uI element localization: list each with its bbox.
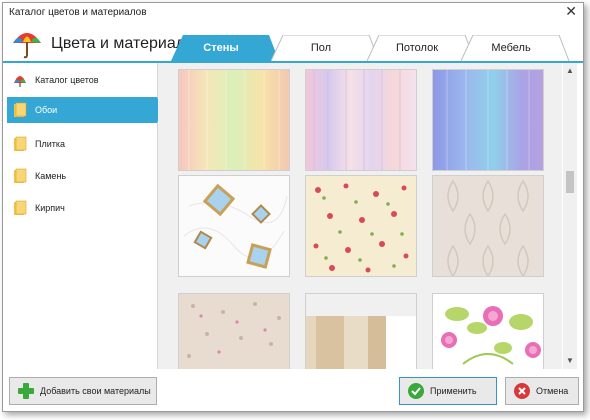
tab-ceiling[interactable]: Потолок (367, 35, 476, 61)
texture-tile[interactable] (305, 175, 417, 277)
sidebar-item-wallpaper[interactable]: Обои (7, 97, 163, 123)
cancel-icon (514, 383, 530, 399)
texture-tile[interactable] (178, 69, 290, 171)
checkmark-icon (408, 383, 424, 399)
texture-preview (433, 176, 543, 278)
sidebar-item-label: Каталог цветов (35, 75, 99, 85)
texture-tile[interactable] (178, 175, 290, 277)
scroll-thumb[interactable] (566, 171, 574, 193)
tab-floor[interactable]: Пол (271, 35, 380, 61)
sidebar-item-tile[interactable]: Плитка (7, 131, 157, 157)
texture-tile[interactable] (432, 175, 544, 278)
texture-preview (433, 70, 543, 170)
scroll-down-arrow[interactable]: ▼ (563, 355, 577, 367)
plus-icon (18, 383, 34, 399)
sidebar-item-label: Обои (35, 105, 58, 115)
texture-preview (179, 294, 289, 369)
sidebar-item-label: Плитка (35, 139, 66, 149)
sidebar: Каталог цветов Обои Плитка Камень Кирпич (7, 63, 163, 369)
texture-grid (158, 63, 562, 369)
close-icon[interactable]: ✕ (565, 3, 577, 20)
texture-tile[interactable] (305, 293, 417, 369)
folder-icon (14, 200, 27, 215)
vertical-scrollbar[interactable]: ▲ ▼ (563, 63, 577, 369)
apply-button[interactable]: Применить (399, 377, 497, 405)
texture-tile[interactable] (432, 69, 544, 171)
button-label: Применить (430, 386, 477, 396)
texture-tile[interactable] (178, 293, 290, 369)
folder-icon (14, 168, 27, 183)
palette-icon (14, 76, 26, 87)
sidebar-item-stone[interactable]: Камень (7, 163, 157, 189)
tab-furniture[interactable]: Мебель (461, 35, 570, 61)
tab-label: Потолок (395, 42, 439, 54)
texture-preview (433, 294, 543, 369)
sidebar-item-color-catalog[interactable]: Каталог цветов (7, 67, 157, 93)
sidebar-item-label: Кирпич (35, 203, 65, 213)
texture-tile[interactable] (305, 69, 417, 171)
tab-label: Мебель (491, 42, 531, 54)
footer: Добавить свои материалы Применить Отмена (3, 371, 583, 411)
catalog-window: Каталог цветов и материалов ✕ Цвета и ма… (2, 2, 584, 412)
tab-walls[interactable]: Стены (171, 35, 279, 61)
cancel-button[interactable]: Отмена (505, 377, 579, 405)
umbrella-icon (13, 33, 41, 59)
texture-preview (306, 70, 416, 170)
tab-label: Пол (310, 42, 332, 54)
window-title: Каталог цветов и материалов (9, 7, 147, 18)
texture-preview (179, 176, 289, 276)
add-materials-button[interactable]: Добавить свои материалы (9, 377, 157, 405)
texture-preview (306, 294, 416, 369)
button-label: Отмена (536, 386, 569, 396)
texture-preview (306, 176, 416, 276)
texture-preview (179, 70, 289, 170)
scroll-up-arrow[interactable]: ▲ (563, 65, 577, 77)
sidebar-item-brick[interactable]: Кирпич (7, 195, 157, 221)
folder-icon (14, 102, 27, 117)
texture-tile[interactable] (432, 293, 544, 369)
sidebar-item-label: Камень (35, 171, 67, 181)
folder-icon (14, 136, 27, 151)
tab-label: Стены (203, 42, 239, 54)
category-tabs: Стены Пол Потолок Мебель (171, 35, 571, 63)
title-bar: Каталог цветов и материалов ✕ (3, 3, 583, 23)
button-label: Добавить свои материалы (40, 386, 151, 396)
